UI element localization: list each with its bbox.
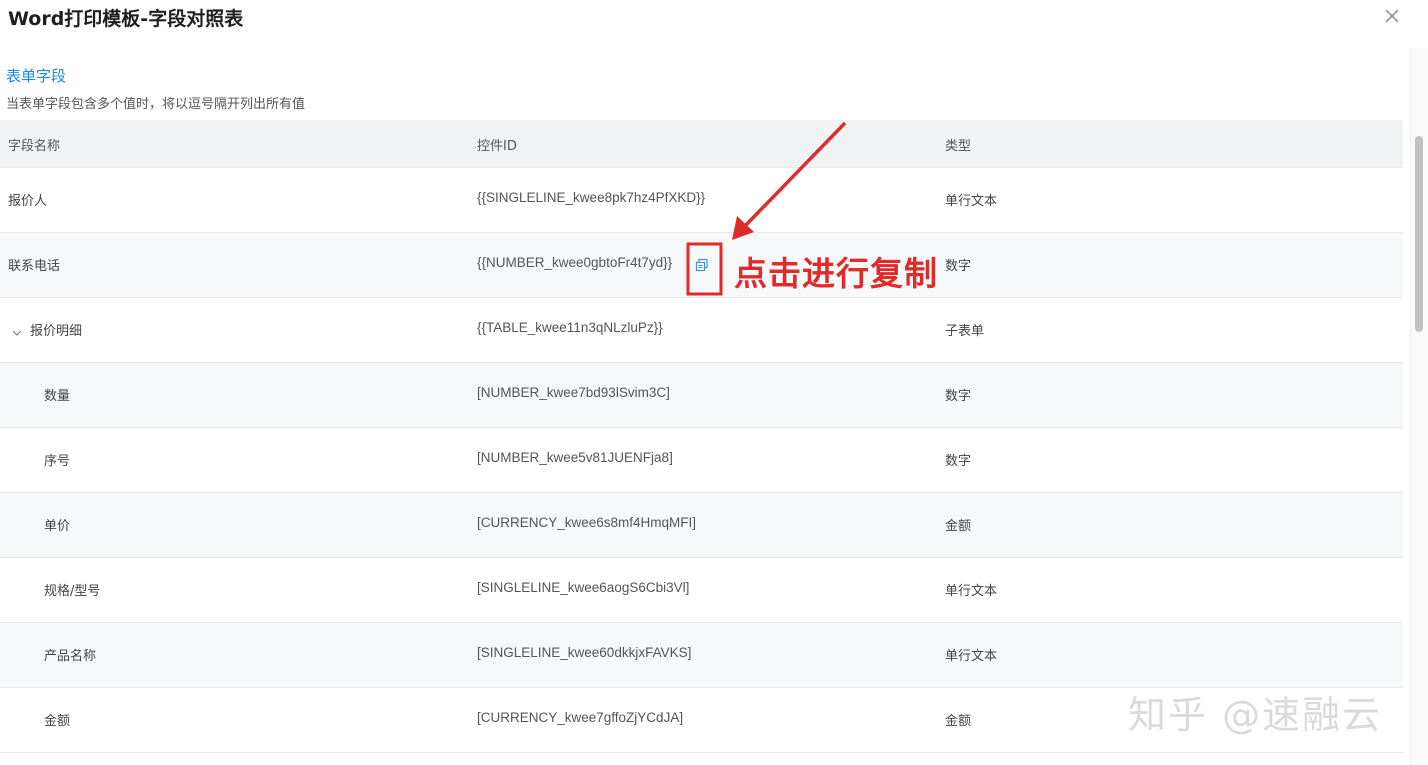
section-title: 表单字段 <box>6 67 67 85</box>
header-control-id: 控件ID <box>477 139 517 154</box>
field-type: 数字 <box>945 259 972 274</box>
control-id[interactable]: {{NUMBER_kwee0gbtoFr4t7yd}} <box>477 255 672 270</box>
table-row: 产品名称 [SINGLELINE_kwee60dkkjxFAVKS] 单行文本 <box>0 623 1403 688</box>
annotation-text: 点击进行复制 <box>734 254 938 293</box>
table-row: 联系电话 {{NUMBER_kwee0gbtoFr4t7yd}} 数字 <box>0 233 1403 298</box>
control-id[interactable]: [NUMBER_kwee7bd93lSvim3C] <box>477 385 670 400</box>
table-row: 序号 [NUMBER_kwee5v81JUENFja8] 数字 <box>0 428 1403 493</box>
field-type: 数字 <box>945 454 972 469</box>
field-type: 子表单 <box>945 324 985 339</box>
field-name: 数量 <box>44 389 71 404</box>
table-row: 数量 [NUMBER_kwee7bd93lSvim3C] 数字 <box>0 363 1403 428</box>
field-type: 金额 <box>945 714 972 729</box>
field-type: 单行文本 <box>945 194 998 209</box>
table-row: 规格/型号 [SINGLELINE_kwee6aogS6Cbi3Vl] 单行文本 <box>0 558 1403 623</box>
watermark: 知乎 @速融云 <box>1128 693 1383 737</box>
dialog-title: Word打印模板-字段对照表 <box>8 8 244 30</box>
field-type: 单行文本 <box>945 649 998 664</box>
control-id[interactable]: [NUMBER_kwee5v81JUENFja8] <box>477 450 673 465</box>
scrollbar-thumb[interactable] <box>1415 136 1423 332</box>
control-id[interactable]: [CURRENCY_kwee7gffoZjYCdJA] <box>477 710 683 725</box>
control-id[interactable]: [SINGLELINE_kwee6aogS6Cbi3Vl] <box>477 580 689 595</box>
control-id[interactable]: {{SINGLELINE_kwee8pk7hz4PfXKD}} <box>477 190 705 205</box>
field-name: 报价明细 <box>30 324 83 339</box>
control-id[interactable]: [CURRENCY_kwee6s8mf4HmqMFI] <box>477 515 696 530</box>
header-field-name: 字段名称 <box>8 139 61 154</box>
field-name: 单价 <box>44 519 71 534</box>
header-type: 类型 <box>945 139 972 154</box>
field-name: 联系电话 <box>8 259 61 274</box>
field-type: 单行文本 <box>945 584 998 599</box>
field-type: 金额 <box>945 519 972 534</box>
copy-icon[interactable] <box>695 258 709 272</box>
scrollbar[interactable] <box>1410 48 1428 765</box>
table-header: 字段名称 控件ID 类型 <box>0 120 1403 168</box>
field-name: 报价人 <box>8 194 48 209</box>
chevron-down-icon[interactable] <box>12 324 22 336</box>
control-id[interactable]: [SINGLELINE_kwee60dkkjxFAVKS] <box>477 645 691 660</box>
close-icon[interactable] <box>1382 6 1402 26</box>
field-type: 数字 <box>945 389 972 404</box>
section-description: 当表单字段包含多个值时，将以逗号隔开列出所有值 <box>6 97 306 112</box>
table-row: 报价人 {{SINGLELINE_kwee8pk7hz4PfXKD}} 单行文本 <box>0 168 1403 233</box>
table-row: 单价 [CURRENCY_kwee6s8mf4HmqMFI] 金额 <box>0 493 1403 558</box>
field-name: 产品名称 <box>44 649 97 664</box>
field-name: 序号 <box>44 454 71 469</box>
field-table: 字段名称 控件ID 类型 报价人 {{SINGLELINE_kwee8pk7hz… <box>0 120 1403 753</box>
field-name: 金额 <box>44 714 71 729</box>
control-id[interactable]: {{TABLE_kwee11n3qNLzluPz}} <box>477 320 663 335</box>
table-row: 报价明细 {{TABLE_kwee11n3qNLzluPz}} 子表单 <box>0 298 1403 363</box>
field-name: 规格/型号 <box>44 584 101 599</box>
